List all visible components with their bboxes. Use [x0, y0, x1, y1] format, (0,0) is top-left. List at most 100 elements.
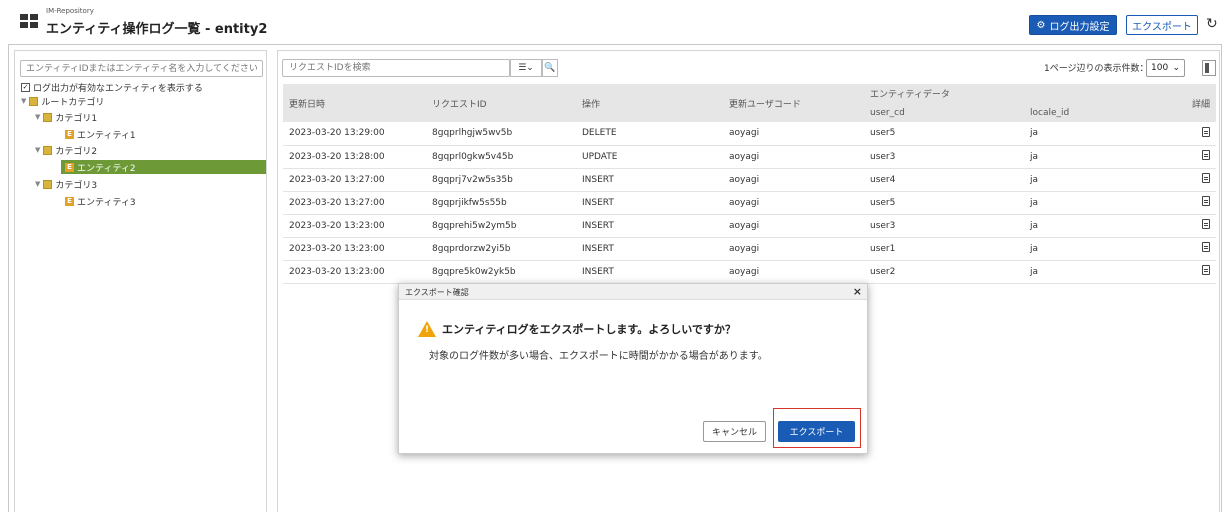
- cell-date: 2023-03-20 13:23:00: [283, 260, 426, 284]
- cell-op: INSERT: [576, 191, 723, 215]
- export-button[interactable]: エクスポート: [778, 421, 855, 442]
- checkbox-checked-icon[interactable]: ✓: [21, 83, 30, 92]
- per-page-label: 1ページ辺りの表示件数：: [1044, 64, 1149, 74]
- table-row[interactable]: 2023-03-20 13:23:00 8gqprehi5w2ym5b INSERT…: [283, 214, 1216, 238]
- chevron-down-icon[interactable]: ▼: [21, 97, 26, 105]
- cell-op: INSERT: [576, 237, 723, 261]
- cell-detail: [1176, 168, 1216, 192]
- cell-loc: ja: [1024, 145, 1176, 169]
- tree-node-entity2[interactable]: E エンティティ2: [65, 160, 136, 174]
- col-operation[interactable]: 操作: [576, 84, 723, 122]
- chevron-down-icon[interactable]: ▼: [35, 180, 40, 188]
- document-icon[interactable]: [1202, 196, 1210, 206]
- document-icon[interactable]: [1202, 219, 1210, 229]
- chevron-down-icon: ⌄: [526, 63, 534, 73]
- cell-detail: [1176, 191, 1216, 215]
- cell-op: INSERT: [576, 214, 723, 238]
- col-detail: 詳細: [1176, 84, 1216, 122]
- dialog-message: ! エンティティログをエクスポートします。よろしいですか？: [418, 321, 736, 337]
- col-user-cd[interactable]: user_cd: [864, 103, 1024, 122]
- folder-icon: [29, 96, 39, 106]
- dialog-header: エクスポート確認 ×: [399, 284, 867, 300]
- document-icon[interactable]: [1202, 265, 1210, 275]
- table-row[interactable]: 2023-03-20 13:27:00 8gqprjikfw5s55b INSERT…: [283, 191, 1216, 215]
- cell-detail: [1176, 260, 1216, 284]
- cell-cd: user2: [864, 260, 1024, 284]
- cell-cd: user3: [864, 214, 1024, 238]
- request-search-input[interactable]: [282, 59, 510, 77]
- cell-user: aoyagi: [723, 237, 864, 261]
- cell-detail: [1176, 145, 1216, 169]
- document-icon[interactable]: [1202, 242, 1210, 252]
- cell-loc: ja: [1024, 237, 1176, 261]
- header-export-button[interactable]: エクスポート: [1126, 15, 1198, 35]
- cancel-button[interactable]: キャンセル: [703, 421, 766, 442]
- entity-icon: E: [65, 196, 74, 206]
- cell-user: aoyagi: [723, 214, 864, 238]
- folder-icon: [43, 145, 53, 155]
- chevron-down-icon[interactable]: ▼: [35, 113, 40, 121]
- refresh-icon[interactable]: ↻: [1206, 16, 1218, 32]
- col-user-code[interactable]: 更新ユーザコード: [723, 84, 864, 122]
- app-name: IM-Repository: [46, 7, 94, 15]
- filter-icon: ☰: [518, 63, 527, 73]
- entity-search-input[interactable]: [20, 60, 263, 77]
- col-request-id[interactable]: リクエストID: [426, 84, 576, 122]
- log-settings-button[interactable]: ⚙ ログ出力設定: [1029, 15, 1117, 35]
- cell-req: 8gqprdorzw2yi5b: [426, 237, 576, 261]
- cell-date: 2023-03-20 13:28:00: [283, 145, 426, 169]
- gear-icon: ⚙: [1036, 19, 1046, 31]
- table-row[interactable]: 2023-03-20 13:29:00 8gqprlhgjw5wv5b DELETE…: [283, 122, 1216, 146]
- cell-req: 8gqprl0gkw5v45b: [426, 145, 576, 169]
- table-row[interactable]: 2023-03-20 13:28:00 8gqprl0gkw5v45b UPDATE…: [283, 145, 1216, 169]
- close-icon[interactable]: ×: [853, 285, 862, 298]
- cell-loc: ja: [1024, 214, 1176, 238]
- cell-cd: user5: [864, 122, 1024, 146]
- cell-req: 8gqprlhgjw5wv5b: [426, 122, 576, 146]
- entity-tree-panel: ✓ ログ出力が有効なエンティティを表示する ▼ ルートカテゴリ ▼ カテゴリ1 …: [14, 50, 267, 512]
- cell-user: aoyagi: [723, 145, 864, 169]
- cell-req: 8gqprehi5w2ym5b: [426, 214, 576, 238]
- filter-dropdown-button[interactable]: ☰ ⌄: [510, 59, 542, 77]
- document-icon[interactable]: [1202, 173, 1210, 183]
- table-row[interactable]: 2023-03-20 13:23:00 8gqprdorzw2yi5b INSERT…: [283, 237, 1216, 261]
- tree-node-category3[interactable]: ▼ カテゴリ3: [35, 177, 97, 191]
- show-logged-checkbox[interactable]: ✓ ログ出力が有効なエンティティを表示する: [21, 81, 203, 94]
- cell-loc: ja: [1024, 168, 1176, 192]
- tree-node-category2[interactable]: ▼ カテゴリ2: [35, 143, 97, 157]
- document-icon[interactable]: [1202, 126, 1210, 137]
- cell-date: 2023-03-20 13:27:00: [283, 191, 426, 215]
- tree-node-category1[interactable]: ▼ カテゴリ1: [35, 110, 97, 124]
- log-table: 更新日時 リクエストID 操作 更新ユーザコード エンティティデータ 詳細 us…: [283, 84, 1216, 284]
- tree-node-entity1[interactable]: E エンティティ1: [65, 127, 136, 141]
- cell-date: 2023-03-20 13:27:00: [283, 168, 426, 192]
- tree-node-root[interactable]: ▼ ルートカテゴリ: [21, 94, 104, 108]
- folder-icon: [43, 179, 53, 189]
- panel-toggle-icon[interactable]: [1202, 60, 1216, 76]
- table-row[interactable]: 2023-03-20 13:27:00 8gqprj7v2w5s35b INSERT…: [283, 168, 1216, 192]
- cell-loc: ja: [1024, 191, 1176, 215]
- entity-icon: E: [65, 162, 74, 172]
- cell-detail: [1176, 214, 1216, 238]
- cell-req: 8gqprjikfw5s55b: [426, 191, 576, 215]
- document-icon[interactable]: [1202, 150, 1210, 160]
- tree-node-entity3[interactable]: E エンティティ3: [65, 194, 136, 208]
- grid-menu-icon[interactable]: [20, 14, 38, 28]
- cell-date: 2023-03-20 13:23:00: [283, 214, 426, 238]
- cell-op: INSERT: [576, 168, 723, 192]
- cell-date: 2023-03-20 13:29:00: [283, 122, 426, 146]
- cell-cd: user3: [864, 145, 1024, 169]
- col-locale-id[interactable]: locale_id: [1024, 103, 1176, 122]
- page-header: IM-Repository エンティティ操作ログ一覧 - entity2 ⚙ ロ…: [8, 6, 1222, 37]
- warning-icon: !: [418, 321, 436, 337]
- cell-date: 2023-03-20 13:23:00: [283, 237, 426, 261]
- col-entity-data: エンティティデータ: [864, 84, 1176, 103]
- chevron-down-icon[interactable]: ▼: [35, 146, 40, 154]
- table-row[interactable]: 2023-03-20 13:23:00 8gqpre5k0w2yk5b INSERT…: [283, 260, 1216, 284]
- entity-icon: E: [65, 129, 74, 139]
- cell-cd: user5: [864, 191, 1024, 215]
- col-updated-at[interactable]: 更新日時: [283, 84, 426, 122]
- chevron-down-icon: ⌄: [1172, 63, 1180, 73]
- search-icon[interactable]: 🔍: [542, 59, 558, 77]
- per-page-select[interactable]: 100 ⌄: [1146, 59, 1185, 77]
